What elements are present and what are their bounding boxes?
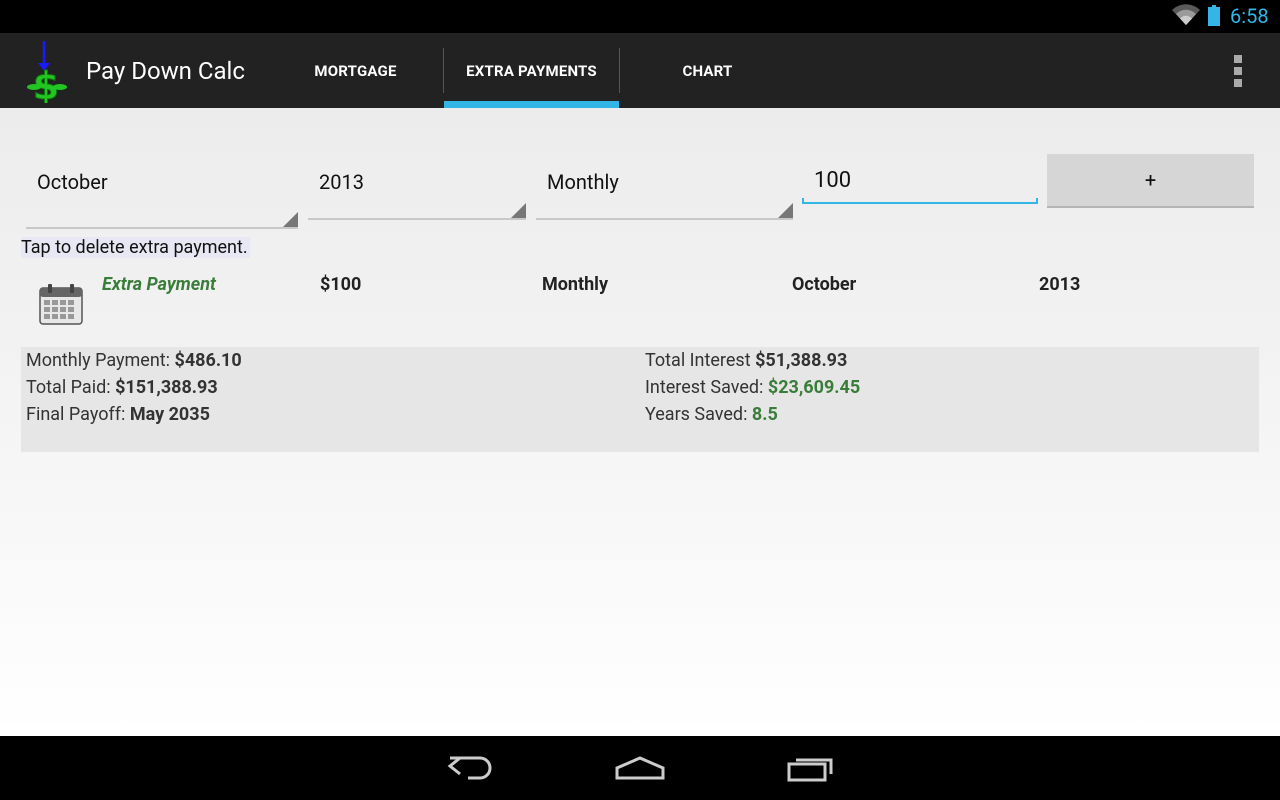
extra-payment-month[interactable]: October <box>792 274 856 295</box>
month-spinner[interactable]: October <box>26 160 298 229</box>
interest-saved-value: $23,609.45 <box>767 377 861 398</box>
frequency-spinner[interactable]: Monthly <box>536 160 793 220</box>
action-bar: $ Pay Down Calc MORTGAGE EXTRA PAYMENTS … <box>0 33 1280 108</box>
spinner-underline <box>536 218 793 220</box>
final-payoff-value: May 2035 <box>129 404 210 425</box>
total-paid-label: Total Paid: <box>26 377 111 398</box>
final-payoff-label: Final Payoff: <box>26 404 126 425</box>
back-icon[interactable] <box>442 750 498 786</box>
years-saved-label: Years Saved: <box>645 404 748 425</box>
years-saved-line: Years Saved: 8.5 <box>645 404 778 425</box>
spinner-arrow-icon <box>283 212 298 227</box>
year-spinner-value: 2013 <box>319 170 364 194</box>
interest-saved-line: Interest Saved: $23,609.45 <box>645 377 860 398</box>
app-title: Pay Down Calc <box>86 57 245 85</box>
status-bar: 6:58 <box>0 0 1280 33</box>
recents-icon[interactable] <box>784 750 840 786</box>
total-interest-line: Total Interest $51,388.93 <box>645 350 847 371</box>
amount-input-value: 100 <box>814 168 852 193</box>
frequency-spinner-value: Monthly <box>547 170 619 194</box>
input-underline <box>802 202 1038 204</box>
year-spinner[interactable]: 2013 <box>308 160 526 220</box>
home-icon[interactable] <box>612 750 668 786</box>
app-icon[interactable]: $ <box>22 37 74 103</box>
extra-payments-page: October 2013 Monthly 100 + Tap to delete… <box>0 108 1280 736</box>
input-underline-left <box>802 198 804 204</box>
summary-panel: Monthly Payment: $486.10 Total Paid: $15… <box>21 347 1259 452</box>
add-extra-payment-button[interactable]: + <box>1047 154 1254 208</box>
input-underline-right <box>1036 198 1038 204</box>
total-paid-value: $151,388.93 <box>115 377 218 398</box>
years-saved-value: 8.5 <box>751 404 778 425</box>
spinner-underline <box>26 227 298 229</box>
spinner-arrow-icon <box>778 203 793 218</box>
status-clock: 6:58 <box>1230 4 1269 28</box>
amount-input[interactable]: 100 <box>802 166 1038 204</box>
svg-text:$: $ <box>33 64 59 103</box>
spinner-underline <box>308 218 526 220</box>
battery-icon <box>1208 5 1220 26</box>
monthly-payment-value: $486.10 <box>174 350 242 371</box>
extra-payment-amount[interactable]: $100 <box>320 274 361 295</box>
calendar-icon[interactable] <box>38 282 84 326</box>
month-spinner-value: October <box>37 170 108 194</box>
interest-saved-label: Interest Saved: <box>645 377 764 398</box>
monthly-payment-line: Monthly Payment: $486.10 <box>26 350 242 371</box>
tab-chart[interactable]: CHART <box>620 33 795 108</box>
tab-mortgage[interactable]: MORTGAGE <box>268 33 443 108</box>
delete-hint: Tap to delete extra payment. <box>21 237 250 258</box>
monthly-payment-label: Monthly Payment: <box>26 350 171 371</box>
overflow-menu-icon[interactable] <box>1226 53 1250 89</box>
extra-payment-frequency[interactable]: Monthly <box>542 274 608 295</box>
tab-extra-payments[interactable]: EXTRA PAYMENTS <box>444 33 619 108</box>
total-interest-value: $51,388.93 <box>755 350 848 371</box>
total-interest-label: Total Interest <box>645 350 751 371</box>
final-payoff-line: Final Payoff: May 2035 <box>26 404 210 425</box>
wifi-icon <box>1172 4 1200 26</box>
extra-payment-title[interactable]: Extra Payment <box>102 274 216 295</box>
navigation-bar <box>0 736 1280 800</box>
spinner-arrow-icon <box>511 203 526 218</box>
total-paid-line: Total Paid: $151,388.93 <box>26 377 218 398</box>
extra-payment-year[interactable]: 2013 <box>1039 274 1080 295</box>
